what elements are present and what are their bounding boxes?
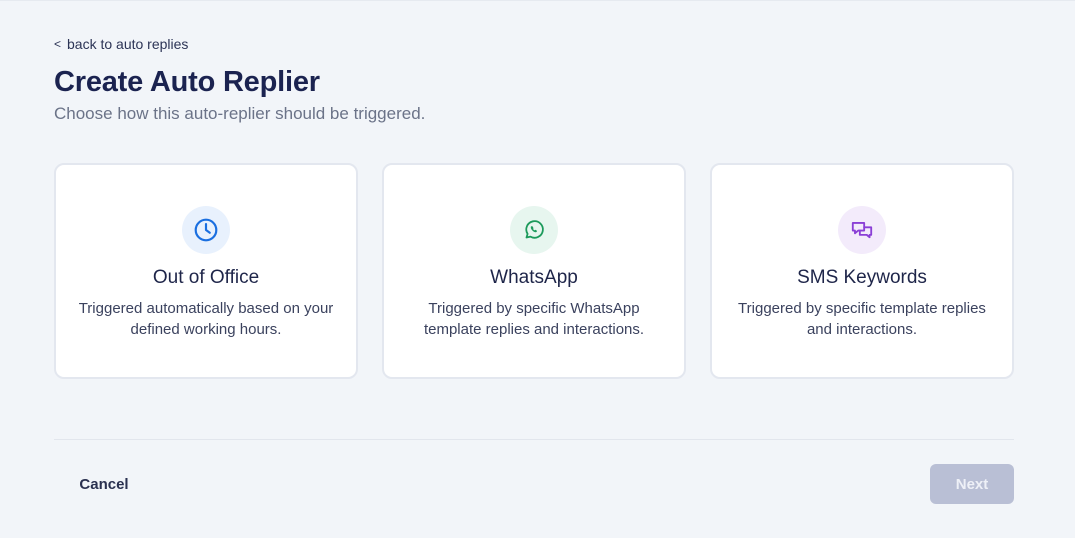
back-to-auto-replies-link[interactable]: < back to auto replies <box>54 36 188 52</box>
card-title: Out of Office <box>152 267 260 288</box>
footer-divider <box>54 439 1014 440</box>
card-title: SMS Keywords <box>797 267 927 288</box>
option-card-sms-keywords[interactable]: SMS Keywords Triggered by specific templ… <box>710 163 1014 379</box>
top-divider <box>0 0 1075 1</box>
next-button[interactable]: Next <box>930 464 1014 504</box>
page-subtitle: Choose how this auto-replier should be t… <box>54 104 426 123</box>
card-description: Triggered automatically based on your de… <box>78 300 334 338</box>
card-title: WhatsApp <box>490 267 578 288</box>
whatsapp-icon <box>510 206 558 254</box>
page-title: Create Auto Replier <box>54 66 320 98</box>
option-card-whatsapp[interactable]: WhatsApp Triggered by specific WhatsApp … <box>382 163 686 379</box>
create-auto-replier-page: < back to auto replies Create Auto Repli… <box>0 0 1075 538</box>
trigger-options: Out of Office Triggered automatically ba… <box>54 163 1014 379</box>
chevron-left-icon: < <box>54 37 62 51</box>
card-description: Triggered by specific template replies a… <box>738 300 986 338</box>
back-link-label: back to auto replies <box>67 36 189 52</box>
cancel-button[interactable]: Cancel <box>54 464 154 504</box>
card-description: Triggered by specific WhatsApp template … <box>423 300 645 338</box>
clock-icon <box>182 206 230 254</box>
chat-bubbles-icon <box>838 206 886 254</box>
option-card-out-of-office[interactable]: Out of Office Triggered automatically ba… <box>54 163 358 379</box>
